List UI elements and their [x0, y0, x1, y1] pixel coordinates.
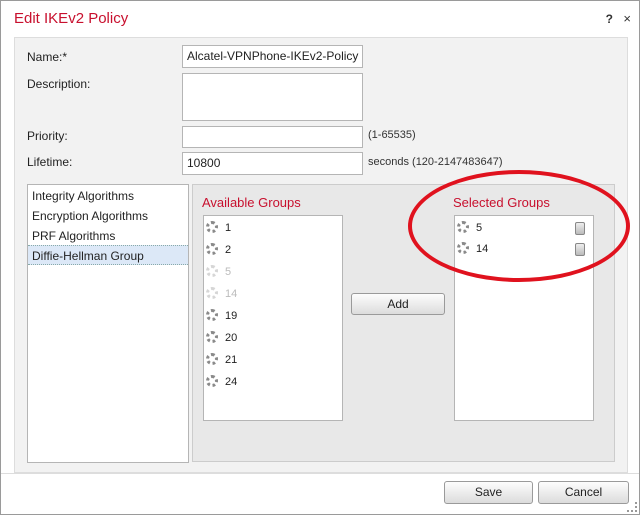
group-label: 5 — [225, 266, 232, 278]
list-item[interactable]: 2 — [206, 241, 231, 259]
trash-icon[interactable] — [575, 243, 585, 256]
selected-groups-heading: Selected Groups — [453, 195, 550, 210]
dialog-title: Edit IKEv2 Policy — [14, 10, 129, 27]
help-icon[interactable]: ? — [606, 12, 613, 26]
name-label: Name:* — [27, 50, 68, 64]
list-item[interactable]: 5 — [457, 219, 589, 237]
gear-icon — [206, 353, 218, 366]
group-label: 20 — [225, 332, 238, 344]
group-label: 14 — [476, 243, 489, 255]
lifetime-hint: seconds (120-2147483647) — [368, 156, 503, 168]
nav-item-integrity-algorithms[interactable]: Integrity Algorithms — [28, 186, 188, 206]
list-item: 14 — [206, 285, 237, 303]
list-item[interactable]: 14 — [457, 240, 589, 258]
description-textarea[interactable] — [182, 73, 363, 121]
selected-groups-list[interactable]: 5 14 — [454, 215, 594, 421]
list-item[interactable]: 20 — [206, 329, 237, 347]
save-button[interactable]: Save — [444, 481, 533, 504]
groups-panel: Available Groups 1 2 5 14 19 20 21 24 Ad… — [192, 184, 615, 462]
available-groups-heading: Available Groups — [202, 195, 301, 210]
gear-icon — [457, 221, 469, 234]
lifetime-input[interactable]: 10800 — [182, 152, 363, 175]
gear-icon — [206, 309, 218, 322]
group-label: 2 — [225, 244, 232, 256]
gear-icon — [206, 331, 218, 344]
list-item[interactable]: 21 — [206, 351, 237, 369]
edit-ikev2-policy-dialog: Edit IKEv2 Policy ? × Name:* Alcatel-VPN… — [0, 0, 640, 515]
algorithm-nav: Integrity Algorithms Encryption Algorith… — [27, 184, 189, 463]
available-groups-list[interactable]: 1 2 5 14 19 20 21 24 — [203, 215, 343, 421]
list-item: 5 — [206, 263, 231, 281]
description-label: Description: — [27, 77, 91, 91]
footer-divider — [1, 473, 639, 474]
group-label: 21 — [225, 354, 238, 366]
list-item[interactable]: 24 — [206, 373, 237, 391]
lifetime-label: Lifetime: — [27, 155, 73, 169]
trash-icon[interactable] — [575, 222, 585, 235]
priority-input[interactable] — [182, 126, 363, 148]
name-input[interactable]: Alcatel-VPNPhone-IKEv2-Policy — [182, 45, 363, 68]
dialog-content: Name:* Alcatel-VPNPhone-IKEv2-Policy Des… — [14, 37, 628, 473]
priority-hint: (1-65535) — [368, 129, 416, 141]
nav-item-encryption-algorithms[interactable]: Encryption Algorithms — [28, 206, 188, 226]
group-label: 19 — [225, 310, 238, 322]
cancel-button[interactable]: Cancel — [538, 481, 629, 504]
gear-icon — [206, 287, 218, 300]
dialog-titlebar: Edit IKEv2 Policy ? × — [1, 1, 639, 35]
nav-item-diffie-hellman-group[interactable]: Diffie-Hellman Group — [28, 245, 188, 265]
group-label: 24 — [225, 376, 238, 388]
gear-icon — [206, 243, 218, 256]
group-label: 5 — [476, 222, 483, 234]
resize-grip-icon[interactable] — [627, 502, 637, 512]
gear-icon — [206, 221, 218, 234]
nav-item-prf-algorithms[interactable]: PRF Algorithms — [28, 226, 188, 246]
priority-label: Priority: — [27, 129, 68, 143]
add-button[interactable]: Add — [351, 293, 445, 315]
group-label: 1 — [225, 222, 232, 234]
gear-icon — [206, 375, 218, 388]
group-label: 14 — [225, 288, 238, 300]
gear-icon — [206, 265, 218, 278]
list-item[interactable]: 19 — [206, 307, 237, 325]
list-item[interactable]: 1 — [206, 219, 231, 237]
close-icon[interactable]: × — [623, 11, 631, 26]
gear-icon — [457, 242, 469, 255]
